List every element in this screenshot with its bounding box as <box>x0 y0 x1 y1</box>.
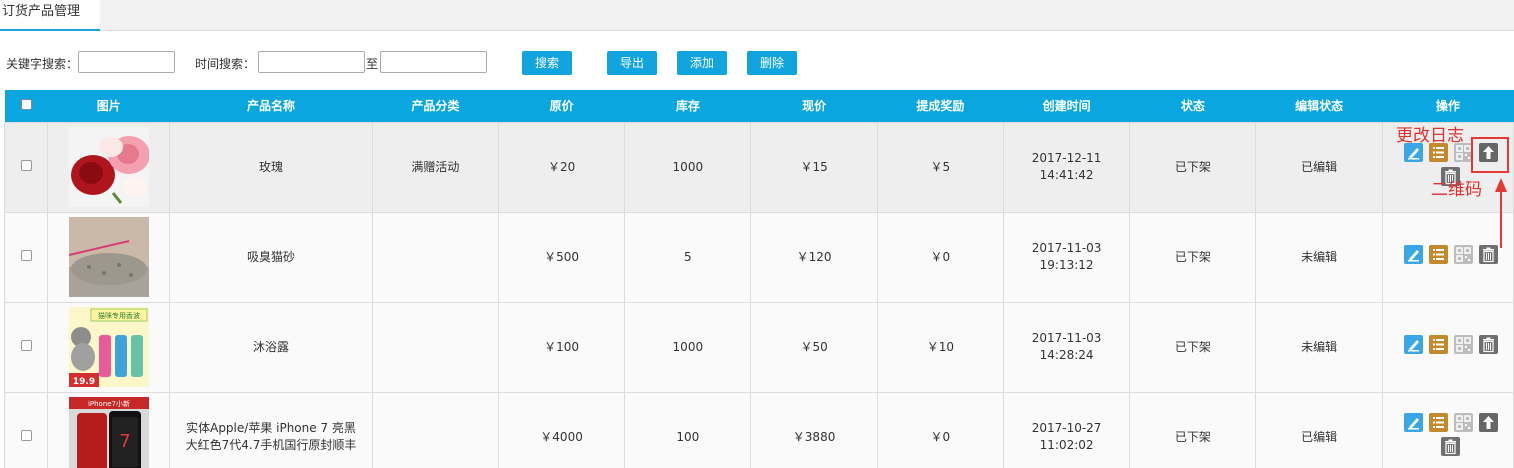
status: 已下架 <box>1129 391 1257 468</box>
product-name: 沐浴露 <box>169 301 373 393</box>
select-all-header <box>4 90 48 122</box>
shampoo-thumbnail-price: 19.9 <box>73 377 95 387</box>
row-checkbox[interactable] <box>20 159 32 171</box>
status: 已下架 <box>1129 211 1257 303</box>
list-icon[interactable] <box>1428 413 1448 432</box>
table-row: 吸臭猫砂 ￥500 5 ￥120 ￥0 2017-11-03 19:13:12 … <box>3 211 1514 303</box>
original-price: ￥20 <box>497 121 626 213</box>
list-icon[interactable] <box>1428 335 1448 354</box>
header-actions: 操作 <box>1382 90 1514 122</box>
qrcode-icon[interactable] <box>1453 335 1473 354</box>
created-time: 2017-11-03 14:28:24 <box>1002 301 1131 393</box>
edit-icon[interactable] <box>1403 245 1423 264</box>
original-price: ￥100 <box>497 301 626 393</box>
header-product-name: 产品名称 <box>169 90 373 122</box>
table-row: iPhone7小新 7 实体Apple/苹果 iPhone 7 亮黑大红色7代4… <box>3 391 1514 468</box>
time-to-input[interactable] <box>380 51 487 73</box>
product-category <box>371 211 499 303</box>
table-row: 猫咪专用香波 19.9 沐浴露 ￥100 1000 ￥50 ￥10 2017-1… <box>3 301 1514 393</box>
header-category: 产品分类 <box>372 90 499 122</box>
qrcode-icon[interactable] <box>1453 413 1473 432</box>
svg-text:7: 7 <box>119 431 130 452</box>
list-icon[interactable] <box>1428 245 1448 264</box>
delete-button[interactable]: 删除 <box>747 51 797 75</box>
stock: 5 <box>624 211 752 303</box>
header-original-price: 原价 <box>498 90 625 122</box>
table-header-row: 图片 产品名称 产品分类 原价 库存 现价 提成奖励 创建时间 状态 编辑状态 … <box>4 90 1514 122</box>
upload-icon[interactable] <box>1478 413 1498 432</box>
edit-status: 未编辑 <box>1255 211 1383 303</box>
header-created-time: 创建时间 <box>1003 90 1130 122</box>
header-reward: 提成奖励 <box>877 90 1004 122</box>
reward: ￥10 <box>876 301 1004 393</box>
stock: 100 <box>624 391 752 468</box>
rose-product-thumbnail[interactable] <box>68 127 149 207</box>
trash-icon[interactable] <box>1478 335 1498 354</box>
tab-product-management[interactable]: 订货产品管理 <box>0 0 100 31</box>
search-bar: 关键字搜索： 时间搜索： 至 搜索 导出 添加 删除 <box>0 41 1496 75</box>
status: 已下架 <box>1129 301 1257 393</box>
product-category: 满赠活动 <box>371 121 499 213</box>
iphone-thumbnail-label: iPhone7小新 <box>88 399 130 408</box>
product-name: 实体Apple/苹果 iPhone 7 亮黑大红色7代4.7手机国行原封顺丰 <box>169 391 373 468</box>
annotation-qrcode: 二维码 <box>1431 180 1482 200</box>
time-from-input[interactable] <box>258 51 365 73</box>
created-time: 2017-11-03 19:13:12 <box>1002 211 1131 303</box>
header-image: 图片 <box>47 90 170 122</box>
add-button[interactable]: 添加 <box>677 51 727 75</box>
shampoo-product-thumbnail[interactable]: 猫咪专用香波 19.9 <box>68 307 149 387</box>
edit-status: 已编辑 <box>1255 121 1383 213</box>
header-status: 状态 <box>1129 90 1256 122</box>
current-price: ￥3880 <box>750 391 878 468</box>
row-actions <box>1381 391 1514 468</box>
reward: ￥0 <box>876 391 1004 468</box>
edit-status: 未编辑 <box>1255 301 1383 393</box>
edit-icon[interactable] <box>1403 335 1423 354</box>
current-price: ￥15 <box>750 121 878 213</box>
tab-bar: 订货产品管理 <box>0 0 1514 31</box>
row-checkbox[interactable] <box>20 429 32 441</box>
export-button[interactable]: 导出 <box>607 51 657 75</box>
created-time: 2017-12-11 14:41:42 <box>1002 121 1131 213</box>
header-stock: 库存 <box>624 90 751 122</box>
product-category <box>371 391 499 468</box>
product-table: 图片 产品名称 产品分类 原价 库存 现价 提成奖励 创建时间 状态 编辑状态 … <box>3 90 1514 468</box>
reward: ￥5 <box>876 121 1004 213</box>
original-price: ￥500 <box>497 211 626 303</box>
iphone-product-thumbnail[interactable]: iPhone7小新 7 <box>68 397 149 468</box>
annotation-highlight-box <box>1471 137 1509 173</box>
header-current-price: 现价 <box>750 90 878 122</box>
current-price: ￥50 <box>750 301 878 393</box>
keyword-search-input[interactable] <box>78 51 175 73</box>
search-button[interactable]: 搜索 <box>522 51 572 75</box>
row-checkbox[interactable] <box>20 249 32 261</box>
time-search-label: 时间搜索： <box>195 57 256 71</box>
annotation-arrow-icon <box>1495 178 1507 248</box>
shampoo-thumbnail-title: 猫咪专用香波 <box>98 311 140 320</box>
time-to-label: 至 <box>366 57 379 71</box>
row-actions <box>1381 301 1514 393</box>
select-all-checkbox[interactable] <box>20 98 32 110</box>
row-checkbox[interactable] <box>20 339 32 351</box>
keyword-search-label: 关键字搜索： <box>6 57 79 71</box>
cat-litter-product-thumbnail[interactable] <box>68 217 149 297</box>
product-name: 玫瑰 <box>169 121 373 213</box>
current-price: ￥120 <box>750 211 878 303</box>
trash-icon[interactable] <box>1441 437 1461 456</box>
product-name: 吸臭猫砂 <box>169 211 373 303</box>
stock: 1000 <box>624 121 752 213</box>
qrcode-icon[interactable] <box>1453 245 1473 264</box>
original-price: ￥4000 <box>497 391 626 468</box>
created-time: 2017-10-27 11:02:02 <box>1002 391 1131 468</box>
edit-icon[interactable] <box>1403 413 1423 432</box>
status: 已下架 <box>1129 121 1257 213</box>
edit-status: 已编辑 <box>1255 391 1383 468</box>
header-edit-status: 编辑状态 <box>1255 90 1383 122</box>
reward: ￥0 <box>876 211 1004 303</box>
annotation-change-log: 更改日志 <box>1396 126 1464 146</box>
table-row: 玫瑰 满赠活动 ￥20 1000 ￥15 ￥5 2017-12-11 14:41… <box>3 121 1514 213</box>
product-category <box>371 301 499 393</box>
stock: 1000 <box>624 301 752 393</box>
